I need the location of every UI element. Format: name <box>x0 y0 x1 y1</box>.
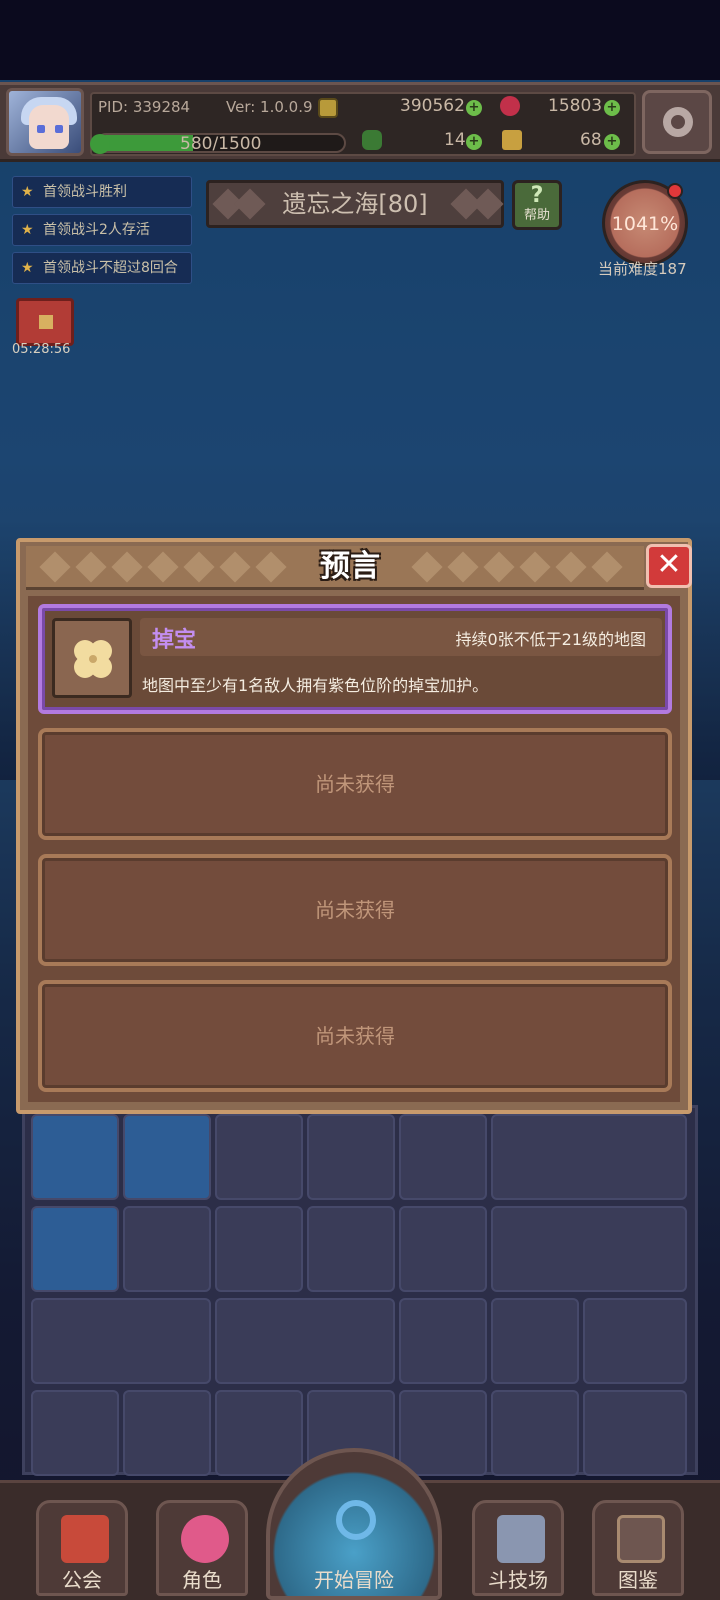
clover-icon <box>74 640 112 678</box>
slot-label: 尚未获得 <box>315 898 395 922</box>
book-icon <box>617 1515 665 1563</box>
star-icon: ★ <box>21 222 34 238</box>
prophecy-icon-frame <box>52 618 132 698</box>
prophecy-slot-empty[interactable]: 尚未获得 <box>38 980 672 1092</box>
add-gold-icon[interactable]: + <box>466 100 482 116</box>
slot-label: 尚未获得 <box>315 772 395 796</box>
nav-codex-label: 图鉴 <box>618 1568 658 1592</box>
notification-dot <box>667 183 683 199</box>
settings-button[interactable] <box>642 90 712 154</box>
key-icon <box>502 130 522 150</box>
leaf-icon <box>90 134 110 154</box>
prophecy-name: 掉宝 <box>152 628 197 653</box>
prophecy-card[interactable]: 掉宝 持续0张不低于21级的地图 地图中至少有1名敌人拥有紫色位阶的掉宝加护。 <box>38 604 672 714</box>
crossed-swords-icon <box>497 1515 545 1563</box>
gear-icon <box>663 107 693 137</box>
prophecy-slot-empty[interactable]: 尚未获得 <box>38 728 672 840</box>
nav-character-label: 角色 <box>182 1568 222 1592</box>
star-icon: ★ <box>21 184 34 200</box>
prophecy-dialog: 预言 ✕ 掉宝 持续0张不低于21级的地图 地图中至少有1名敌人拥有紫色位阶的掉… <box>16 538 692 1114</box>
key-amount: 68 <box>580 130 602 150</box>
add-clover-icon[interactable]: + <box>466 134 482 150</box>
quest-label: 首领战斗胜利 <box>43 184 127 200</box>
character-icon <box>181 1515 229 1563</box>
magnifier-icon <box>336 1500 376 1540</box>
question-icon: ? <box>530 183 544 208</box>
clover-amount: 14 <box>444 130 466 150</box>
add-gem-icon[interactable]: + <box>604 100 620 116</box>
help-button[interactable]: ? 帮助 <box>512 180 562 230</box>
gold-amount: 390562 <box>400 96 465 116</box>
start-adventure-label: 开始冒险 <box>314 1568 394 1592</box>
slot-label: 尚未获得 <box>315 1024 395 1048</box>
close-icon: ✕ <box>656 547 682 582</box>
quest-item[interactable]: ★ 首领战斗不超过8回合 <box>12 252 192 284</box>
stage-title: 遗忘之海[80] <box>282 190 428 218</box>
prophecy-condition: 持续0张不低于21级的地图 <box>455 630 646 649</box>
nav-guild-label: 公会 <box>62 1568 102 1592</box>
star-icon: ★ <box>21 260 34 276</box>
add-key-icon[interactable]: + <box>604 134 620 150</box>
dialog-title: 预言 <box>320 549 380 584</box>
gem-amount: 15803 <box>548 96 603 116</box>
gem-icon <box>500 96 520 116</box>
player-avatar[interactable] <box>6 88 84 156</box>
prophecy-slot-empty[interactable]: 尚未获得 <box>38 854 672 966</box>
difficulty-label: 当前难度187 <box>598 260 687 278</box>
quest-item[interactable]: ★ 首领战斗胜利 <box>12 176 192 208</box>
chest-timer: 05:28:56 <box>12 342 71 357</box>
player-id: PID: 339284 <box>98 98 191 116</box>
guild-hall-icon <box>61 1515 109 1563</box>
quest-item[interactable]: ★ 首领战斗2人存活 <box>12 214 192 246</box>
help-label: 帮助 <box>523 208 550 223</box>
gold-coin-icon <box>318 98 338 118</box>
nav-arena-label: 斗技场 <box>488 1568 548 1592</box>
quest-label: 首领战斗2人存活 <box>43 222 150 238</box>
game-version: Ver: 1.0.0.9 <box>226 98 313 116</box>
xp-bar-fill <box>98 135 194 151</box>
difficulty-percent: 1041% <box>611 213 679 235</box>
clover-currency-icon <box>362 130 382 150</box>
prophecy-description: 地图中至少有1名敌人拥有紫色位阶的掉宝加护。 <box>142 676 489 695</box>
game-board <box>22 1105 698 1476</box>
xp-value: 580/1500 <box>180 134 262 154</box>
reward-chest-icon[interactable] <box>16 298 74 346</box>
dialog-body: 掉宝 持续0张不低于21级的地图 地图中至少有1名敌人拥有紫色位阶的掉宝加护。 … <box>28 596 680 1102</box>
close-button[interactable]: ✕ <box>646 544 692 588</box>
quest-label: 首领战斗不超过8回合 <box>43 260 178 276</box>
stage-title-banner: 遗忘之海[80] <box>206 180 504 228</box>
difficulty-dial[interactable]: 1041% <box>602 180 688 266</box>
